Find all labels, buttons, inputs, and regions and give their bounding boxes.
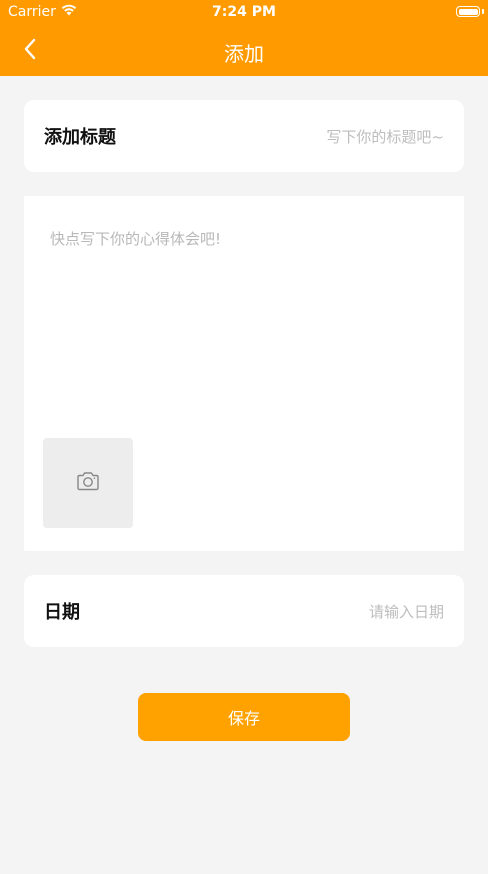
camera-icon [76, 471, 100, 495]
add-photo-button[interactable] [43, 438, 133, 528]
battery-level [458, 8, 478, 15]
title-label: 添加标题 [44, 127, 116, 148]
nav-bar: 添加 [0, 26, 488, 76]
page-title: 添加 [224, 42, 264, 66]
title-input[interactable] [182, 100, 446, 174]
battery-icon [456, 6, 480, 17]
app-header: Carrier 7:24 PM 添加 [0, 0, 488, 76]
date-row: 日期 [24, 575, 464, 649]
save-button[interactable]: 保存 [138, 693, 350, 741]
status-bar: Carrier 7:24 PM [0, 0, 488, 26]
status-time: 7:24 PM [212, 4, 276, 20]
content-textarea[interactable] [48, 226, 452, 430]
title-row: 添加标题 [24, 100, 464, 174]
content-card [24, 196, 464, 551]
battery-cap [482, 9, 484, 14]
date-input[interactable] [182, 575, 446, 649]
date-label: 日期 [44, 602, 80, 623]
